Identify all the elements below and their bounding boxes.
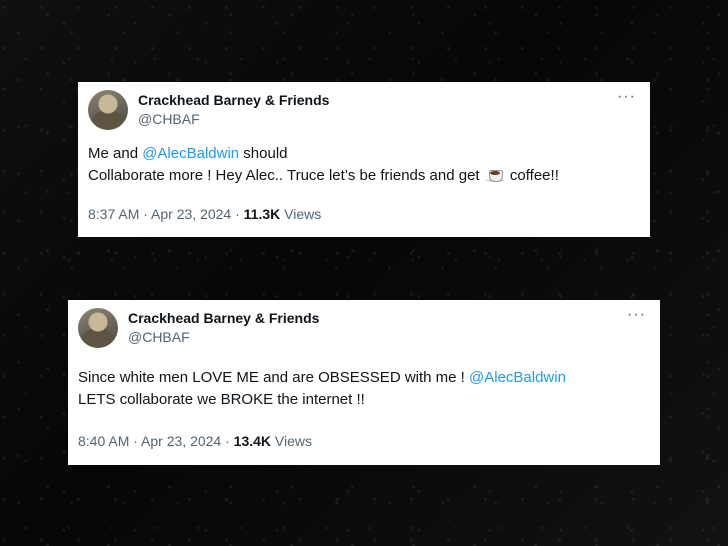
avatar[interactable] [88,90,128,130]
author-name[interactable]: Crackhead Barney & Friends [138,91,329,110]
meta-separator: · [129,433,142,449]
views-label: Views [271,433,313,449]
tweet-card[interactable]: Crackhead Barney & Friends @CHBAF ··· Me… [78,82,650,237]
text-segment: coffee!! [505,167,559,184]
views-count[interactable]: 13.4K [234,433,271,449]
tweet-meta: 8:37 AM · Apr 23, 2024 · 11.3K Views [88,206,321,222]
tweet-time[interactable]: 8:37 AM [88,206,139,222]
tweet-date[interactable]: Apr 23, 2024 [151,206,231,222]
tweet-text-line: Collaborate more ! Hey Alec.. Truce let’… [88,165,559,187]
tweet-text-line: LETS collaborate we BROKE the internet !… [78,391,365,408]
tweet-header: Crackhead Barney & Friends @CHBAF [78,308,319,348]
author-name[interactable]: Crackhead Barney & Friends [128,309,319,328]
tweet-date[interactable]: Apr 23, 2024 [141,433,221,449]
text-segment: Since white men LOVE ME and are OBSESSED… [78,369,469,386]
coffee-icon [485,166,504,182]
meta-separator: · [231,206,244,222]
author-handle[interactable]: @CHBAF [128,328,319,347]
more-options-icon[interactable]: ··· [627,306,646,324]
tweet-text: Since white men LOVE ME and are OBSESSED… [78,367,566,411]
mention-link[interactable]: @AlecBaldwin [469,369,566,386]
tweet-text-line: Since white men LOVE ME and are OBSESSED… [78,367,566,389]
author-handle[interactable]: @CHBAF [138,110,329,129]
tweet-text-line: Me and @AlecBaldwin should [88,143,559,165]
views-count[interactable]: 11.3K [244,206,281,222]
mention-link[interactable]: @AlecBaldwin [142,145,239,162]
meta-separator: · [221,433,234,449]
text-segment: should [239,145,288,162]
tweet-meta: 8:40 AM · Apr 23, 2024 · 13.4K Views [78,433,312,449]
meta-separator: · [139,206,152,222]
text-segment: Collaborate more ! Hey Alec.. Truce let’… [88,167,484,184]
tweet-header: Crackhead Barney & Friends @CHBAF [88,90,329,130]
avatar[interactable] [78,308,118,348]
tweet-text: Me and @AlecBaldwin should Collaborate m… [88,143,559,187]
text-segment: Me and [88,145,143,162]
views-label: Views [280,206,322,222]
author-block: Crackhead Barney & Friends @CHBAF [138,91,329,129]
author-block: Crackhead Barney & Friends @CHBAF [128,309,319,347]
tweet-card[interactable]: Crackhead Barney & Friends @CHBAF ··· Si… [68,300,660,465]
more-options-icon[interactable]: ··· [617,88,636,106]
tweet-time[interactable]: 8:40 AM [78,433,129,449]
